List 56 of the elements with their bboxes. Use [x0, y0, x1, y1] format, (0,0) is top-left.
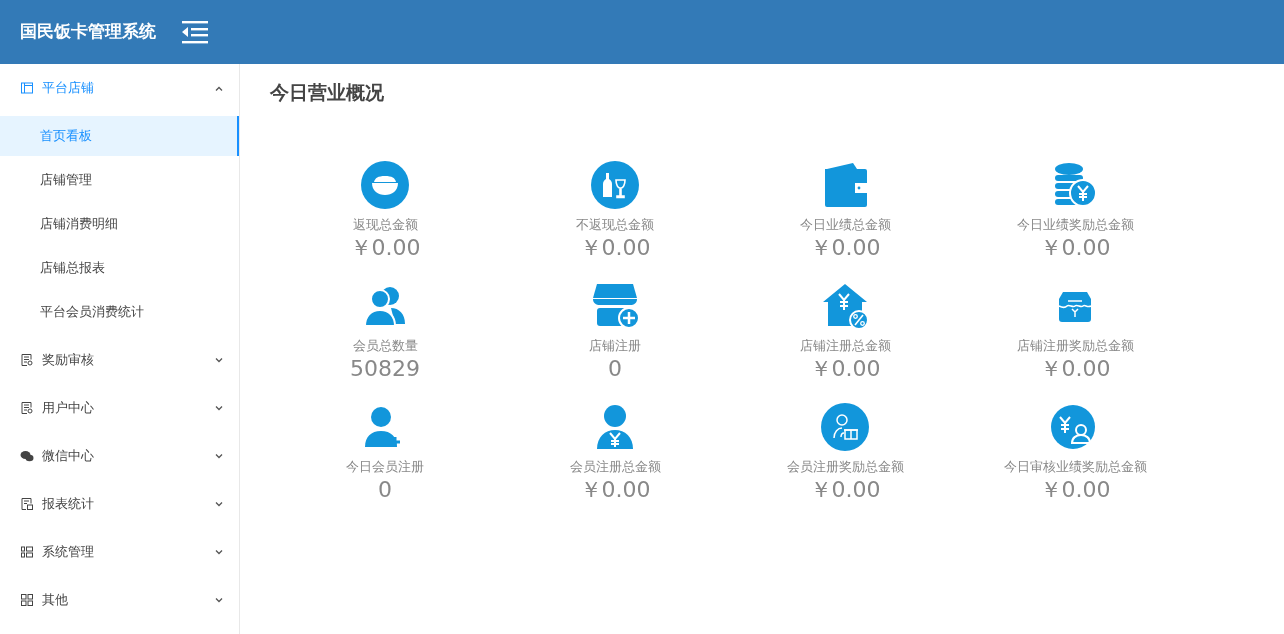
sidebar-item[interactable]: 平台会员消费统计 [0, 292, 239, 332]
stat-label: 店铺注册 [588, 336, 642, 355]
stat-label: 店铺注册总金额 [798, 336, 892, 355]
bottle-and-glass-icon [591, 160, 639, 209]
stat-label: 今日会员注册 [345, 457, 425, 476]
stat-label: 今日业绩奖励总金额 [1015, 215, 1135, 234]
stat-label: 今日审核业绩奖励总金额 [1002, 457, 1148, 476]
app-title: 国民饭卡管理系统 [20, 20, 156, 44]
section-icon [20, 353, 34, 367]
sidebar-group[interactable]: 奖励审核 [0, 336, 239, 384]
page-title: 今日营业概况 [269, 80, 385, 105]
sidebar-item[interactable]: 店铺消费明细 [0, 204, 239, 244]
chevron-down-icon [215, 597, 223, 603]
stat-value: 0 [607, 355, 623, 384]
stat-label: 会员注册奖励总金额 [785, 457, 905, 476]
stat-label: 不返现总金额 [575, 215, 655, 234]
section-icon [20, 81, 34, 95]
chevron-down-icon [215, 453, 223, 459]
section-icon [20, 545, 34, 559]
stat-label: 会员总数量 [351, 336, 419, 355]
sidebar-item[interactable]: 店铺管理 [0, 160, 239, 200]
menu-toggle-icon[interactable] [180, 19, 210, 45]
chevron-up-icon [215, 85, 223, 91]
chevron-down-icon [215, 357, 223, 363]
stat-value: 0 [377, 476, 393, 505]
sidebar-group[interactable]: 报表统计 [0, 480, 239, 528]
stat-label: 今日业绩总金额 [798, 215, 892, 234]
stat-value: ￥0.00 [578, 476, 652, 505]
bowl-icon [361, 160, 409, 209]
user-gift-icon [821, 402, 869, 451]
stat-value: ￥0.00 [808, 476, 882, 505]
chevron-down-icon [215, 549, 223, 555]
stat-label: 返现总金额 [351, 215, 419, 234]
stat-value: ￥0.00 [1038, 476, 1112, 505]
shop-add-icon [591, 281, 639, 330]
sidebar-group[interactable]: 用户中心 [0, 384, 239, 432]
stat-value: 50829 [349, 355, 421, 384]
chevron-down-icon [215, 501, 223, 507]
section-icon [20, 449, 34, 463]
section-icon [20, 497, 34, 511]
sidebar-item[interactable]: 店铺总报表 [0, 248, 239, 288]
section-icon [20, 593, 34, 607]
chevron-down-icon [215, 405, 223, 411]
sidebar-group[interactable]: 系统管理 [0, 528, 239, 576]
stat-value: ￥0.00 [1038, 355, 1112, 384]
stat-label: 店铺注册奖励总金额 [1015, 336, 1135, 355]
stat-value: ￥0.00 [578, 234, 652, 262]
stat-value: ￥0.00 [808, 234, 882, 262]
sidebar-group[interactable]: 微信中心 [0, 432, 239, 480]
stat-value: ￥0.00 [348, 234, 422, 262]
section-icon [20, 401, 34, 415]
sidebar-group[interactable]: 其他 [0, 576, 239, 624]
stat-label: 会员注册总金额 [568, 457, 662, 476]
stat-value: ￥0.00 [808, 355, 882, 384]
house-yen-icon [821, 281, 869, 330]
stat-value: ￥0.00 [1038, 234, 1112, 262]
